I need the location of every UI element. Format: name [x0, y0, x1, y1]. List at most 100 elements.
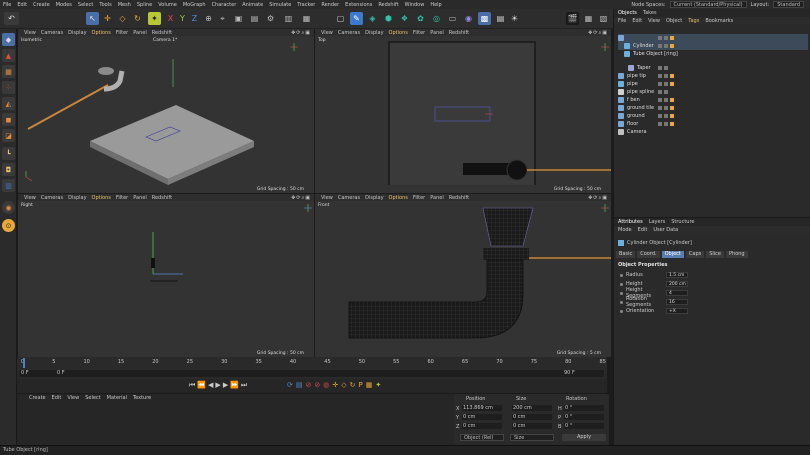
object-menu-object[interactable]: Object: [666, 18, 682, 24]
scale-tool-icon[interactable]: ◇: [116, 12, 129, 25]
viewport-menu-view[interactable]: View: [321, 30, 333, 36]
go-end-icon[interactable]: ⏭: [241, 381, 247, 390]
end-frame[interactable]: 90 F: [564, 370, 575, 376]
viewport-menu-filter[interactable]: Filter: [116, 195, 128, 201]
coordinate-system-icon[interactable]: ✦: [148, 12, 161, 25]
object-flags[interactable]: [658, 44, 674, 48]
object-flags[interactable]: [658, 82, 674, 86]
fps-icon[interactable]: ▤: [296, 381, 303, 389]
viewport-menu-cameras[interactable]: Cameras: [41, 30, 63, 36]
coord-rot-h[interactable]: 0 °: [564, 405, 604, 411]
menu-file[interactable]: File: [0, 2, 14, 8]
world-axis-icon[interactable]: ⊕: [202, 12, 215, 25]
material-menu-material[interactable]: Material: [107, 395, 127, 401]
menu-redshift[interactable]: Redshift: [375, 2, 401, 8]
viewport-menu-cameras[interactable]: Cameras: [41, 195, 63, 201]
menu-character[interactable]: Character: [209, 2, 240, 8]
undo-icon[interactable]: ↶: [4, 12, 19, 25]
snap-icon[interactable]: ⌖: [216, 12, 229, 25]
prev-frame-icon[interactable]: ◀: [208, 381, 213, 390]
coord-mode-select[interactable]: Object (Rel): [460, 434, 504, 441]
object-row[interactable]: ground: [618, 112, 808, 120]
render-region-icon[interactable]: ▣: [232, 12, 245, 25]
edges-mode-icon[interactable]: ◭: [2, 97, 15, 110]
select-tool-icon[interactable]: ↖: [86, 12, 99, 25]
viewport-menu-display[interactable]: Display: [68, 195, 86, 201]
material-menu-texture[interactable]: Texture: [133, 395, 151, 401]
viewport-nav-icons[interactable]: ✥⟳⌕▣: [291, 30, 311, 36]
key-scale-icon[interactable]: ◇: [341, 381, 346, 389]
snapping-icon[interactable]: ▥: [2, 179, 15, 192]
camera-icon[interactable]: ◉: [462, 12, 475, 25]
subtab-caps[interactable]: Caps: [685, 251, 705, 258]
rotate-tool-icon[interactable]: ↻: [131, 12, 144, 25]
menu-tracker[interactable]: Tracker: [294, 2, 318, 8]
viewport-menu-redshift[interactable]: Redshift: [449, 30, 469, 36]
object-row[interactable]: floor: [618, 120, 808, 128]
viewport-menu-display[interactable]: Display: [365, 195, 383, 201]
menu-tools[interactable]: Tools: [96, 2, 114, 8]
record-icon[interactable]: ⊘: [306, 381, 312, 389]
keyframe-dot[interactable]: [620, 309, 623, 313]
viewport-menu-options[interactable]: Options: [92, 195, 111, 201]
menu-mesh[interactable]: Mesh: [115, 2, 134, 8]
subtab-phong[interactable]: Phong: [726, 251, 748, 258]
object-row[interactable]: [618, 34, 808, 42]
keyframe-dot[interactable]: [620, 273, 623, 277]
go-start-icon[interactable]: ⏮: [189, 381, 195, 390]
coord-size-x[interactable]: 200 cm: [512, 405, 552, 411]
pen-tool-icon[interactable]: ✎: [350, 12, 363, 25]
menu-help[interactable]: Help: [427, 2, 444, 8]
tab-structure[interactable]: Structure: [671, 219, 694, 225]
keyframe-dot[interactable]: [620, 282, 623, 286]
subtab-coord[interactable]: Coord.: [637, 251, 660, 258]
object-row[interactable]: Cylinder: [618, 42, 808, 50]
start-frame[interactable]: 0 F: [21, 370, 29, 376]
object-row[interactable]: Taper: [618, 64, 808, 72]
subtab-slice[interactable]: Slice: [706, 251, 725, 258]
object-flags[interactable]: [658, 114, 674, 118]
object-row[interactable]: Camera: [618, 128, 808, 136]
rotation-segments-field[interactable]: 16: [666, 299, 688, 305]
viewport-menu-redshift[interactable]: Redshift: [449, 195, 469, 201]
viewport-menu-cameras[interactable]: Cameras: [338, 195, 360, 201]
play-icon[interactable]: ▶: [215, 381, 220, 390]
axis-mode-icon[interactable]: ┗: [2, 147, 15, 160]
solo-icon[interactable]: ◉: [2, 201, 15, 214]
object-flags[interactable]: [658, 106, 674, 110]
viewport-menu-cameras[interactable]: Cameras: [338, 30, 360, 36]
menu-animate[interactable]: Animate: [239, 2, 266, 8]
keyframe-dot[interactable]: [620, 291, 623, 295]
viewport-split-icon[interactable]: ▧: [597, 12, 610, 25]
viewport-front[interactable]: View Cameras Display Options Filter Pane…: [315, 194, 611, 357]
coord-pos-y[interactable]: 0 cm: [462, 414, 502, 420]
tweak-icon[interactable]: ◘: [2, 163, 15, 176]
tab-takes[interactable]: Takes: [643, 10, 657, 16]
sky-icon[interactable]: ▤: [494, 12, 507, 25]
height-segments-field[interactable]: 4: [666, 290, 688, 296]
key-position-icon[interactable]: ✛: [332, 381, 338, 389]
subtab-object[interactable]: Object: [661, 251, 684, 258]
object-row[interactable]: f ben: [618, 96, 808, 104]
viewport-menu-panel[interactable]: Panel: [133, 195, 147, 201]
next-frame-icon[interactable]: ▶: [223, 381, 228, 390]
scene-icon[interactable]: ▭: [446, 12, 459, 25]
coord-rot-b[interactable]: 0 °: [564, 423, 604, 429]
object-row[interactable]: pipe spline: [618, 88, 808, 96]
material-menu-create[interactable]: Create: [29, 395, 46, 401]
viewport-nav-icons[interactable]: ✥⟳⌕▣: [588, 195, 608, 201]
layout-select[interactable]: Standard: [773, 1, 804, 8]
viewport-right[interactable]: View Cameras Display Options Filter Pane…: [18, 194, 314, 357]
uv-mode-icon[interactable]: ◪: [2, 129, 15, 142]
viewport-nav-icons[interactable]: ✥⟳⌕▣: [291, 195, 311, 201]
layout-icon[interactable]: ▦: [582, 12, 595, 25]
node-spaces-select[interactable]: Current (Standard/Physical): [669, 1, 747, 8]
menu-volume[interactable]: Volume: [155, 2, 180, 8]
tab-objects[interactable]: Objects: [618, 10, 637, 16]
axis-z-icon[interactable]: Z: [188, 12, 201, 25]
viewport-menu-filter[interactable]: Filter: [413, 195, 425, 201]
object-row[interactable]: pipe: [618, 80, 808, 88]
coord-size-mode-select[interactable]: Size: [510, 434, 554, 441]
menu-modes[interactable]: Modes: [53, 2, 75, 8]
viewport-menu-filter[interactable]: Filter: [413, 30, 425, 36]
